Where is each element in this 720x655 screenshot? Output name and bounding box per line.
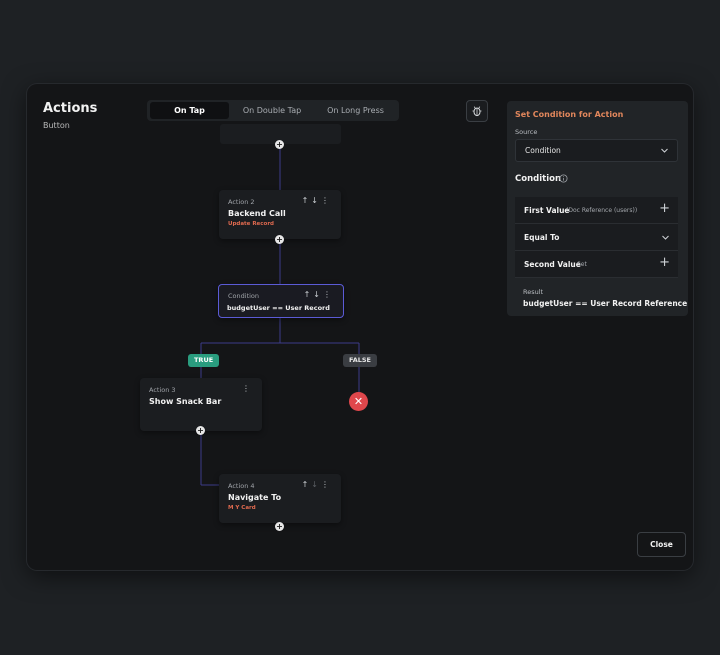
panel-title: Set Condition for Action (515, 110, 624, 119)
action-4-node[interactable]: Action 4 ↑↓⋮ Navigate To M Y Card (219, 474, 341, 523)
first-value-hint: (Doc Reference (users)) (566, 207, 638, 214)
condition-controls: ↑↓⋮ (304, 290, 334, 299)
action-4-controls: ↑↓⋮ (302, 480, 332, 489)
plus-icon[interactable]: + (659, 201, 670, 216)
condition-node[interactable]: Condition ↑↓⋮ budgetUser == User Record (218, 284, 344, 318)
action-3-node[interactable]: Action 3 ⋮ Show Snack Bar (140, 378, 262, 431)
result-label: Result (523, 288, 544, 296)
action-2-label: Action 2 (228, 198, 255, 206)
add-action-button[interactable]: + (275, 140, 284, 149)
source-select[interactable]: Condition (515, 139, 678, 162)
action-3-label: Action 3 (149, 386, 176, 394)
action-4-label: Action 4 (228, 482, 255, 490)
source-value: Condition (525, 146, 561, 155)
more-icon[interactable]: ⋮ (321, 196, 332, 205)
add-action-button[interactable]: + (275, 235, 284, 244)
more-icon[interactable]: ⋮ (321, 480, 332, 489)
first-value-row[interactable]: First Value (Doc Reference (users)) + (515, 197, 678, 224)
add-action-button[interactable]: + (275, 522, 284, 531)
action-4-subtitle: M Y Card (228, 505, 256, 511)
more-icon[interactable]: ⋮ (242, 384, 253, 393)
action-2-title: Backend Call (228, 209, 286, 218)
info-icon[interactable] (559, 174, 568, 183)
add-action-button[interactable]: + (196, 426, 205, 435)
chevron-down-icon (661, 148, 668, 153)
false-branch-badge: FALSE (343, 354, 377, 367)
more-icon[interactable]: ⋮ (323, 290, 334, 299)
action-2-subtitle: Update Record (228, 221, 274, 227)
operator-row[interactable]: Equal To (515, 224, 678, 251)
second-value-hint: Set (577, 261, 587, 268)
move-up-icon[interactable]: ↑ (304, 290, 314, 299)
second-value-row[interactable]: Second Value Set + (515, 251, 678, 278)
chevron-down-icon (662, 235, 669, 240)
move-down-icon: ↓ (311, 480, 321, 489)
operator-value: Equal To (524, 233, 560, 242)
plus-icon[interactable]: + (659, 255, 670, 270)
close-button[interactable]: Close (637, 532, 686, 557)
move-up-icon[interactable]: ↑ (302, 480, 312, 489)
condition-expression: budgetUser == User Record (227, 304, 330, 312)
move-down-icon[interactable]: ↓ (311, 196, 321, 205)
action-2-controls: ↑↓⋮ (302, 196, 332, 205)
close-icon[interactable]: ✕ (349, 392, 368, 411)
actions-dialog: Actions Button On Tap On Double Tap On L… (27, 84, 693, 570)
result-value: budgetUser == User Record Reference (523, 299, 688, 308)
source-label: Source (515, 128, 538, 136)
action-4-title: Navigate To (228, 493, 282, 502)
action-3-controls: ⋮ (242, 384, 253, 393)
true-branch-badge: TRUE (188, 354, 220, 367)
condition-label: Condition (228, 292, 260, 300)
action-2-node[interactable]: Action 2 ↑↓⋮ Backend Call Update Record (219, 190, 341, 239)
condition-panel: Set Condition for Action Source Conditio… (507, 101, 688, 316)
move-down-icon[interactable]: ↓ (313, 290, 323, 299)
action-3-title: Show Snack Bar (149, 397, 222, 406)
condition-heading: Condition (515, 174, 561, 184)
first-value-label: First Value (524, 206, 570, 215)
move-up-icon[interactable]: ↑ (302, 196, 312, 205)
second-value-label: Second Value (524, 260, 581, 269)
